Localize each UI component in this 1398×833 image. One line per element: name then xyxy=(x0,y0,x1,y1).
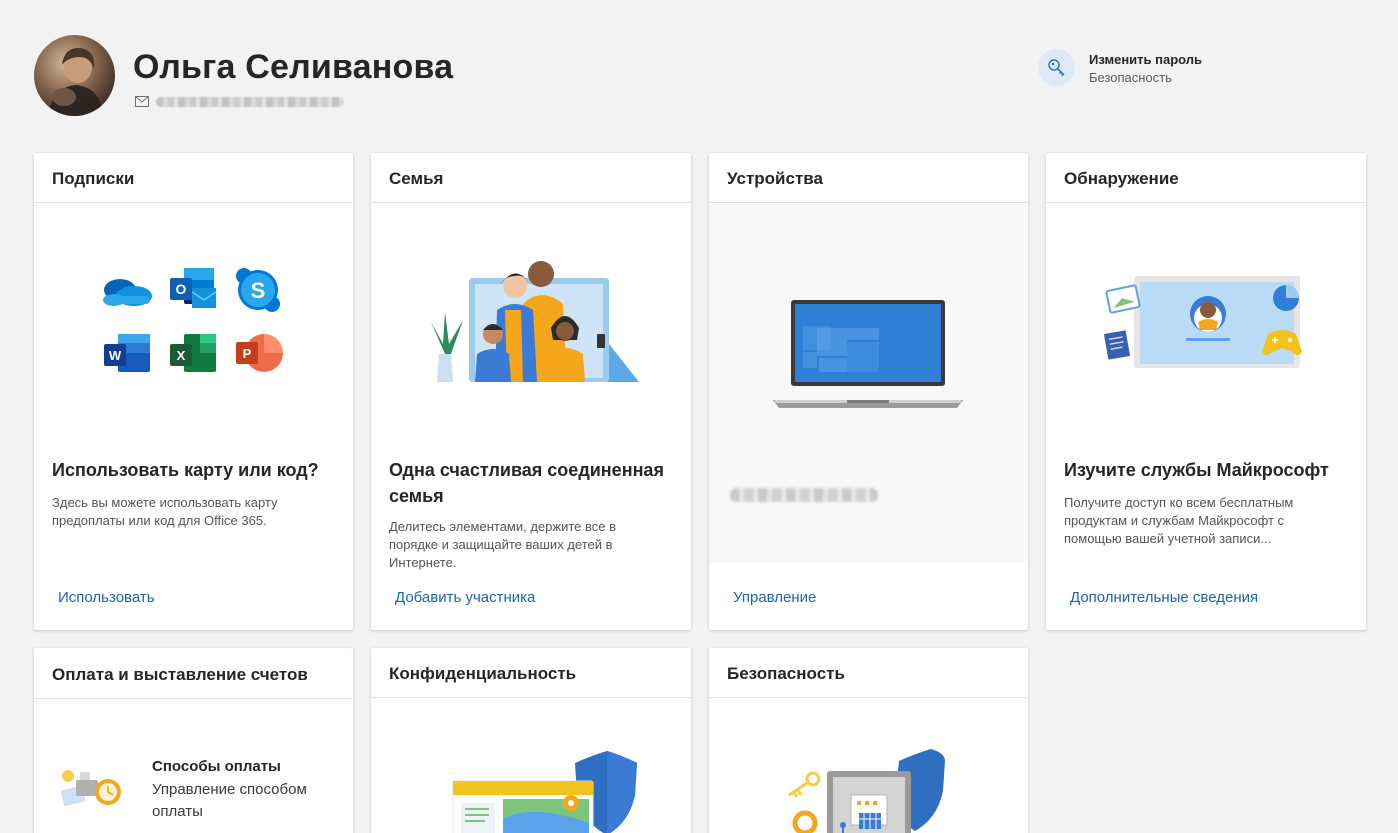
change-password-label: Изменить пароль xyxy=(1089,52,1203,67)
skype-icon: S xyxy=(236,268,280,312)
word-icon: W xyxy=(104,334,150,372)
card-title: Конфиденциальность xyxy=(389,664,577,683)
card-header: Оплата и выставление счетов xyxy=(34,648,353,699)
card-title: Подписки xyxy=(52,169,135,188)
office-apps-illustration: O S W X P xyxy=(34,204,353,449)
card-header: Подписки xyxy=(34,153,353,203)
redeem-link[interactable]: Использовать xyxy=(58,589,155,606)
email-redacted xyxy=(156,97,344,107)
svg-text:S: S xyxy=(251,278,266,303)
card-heading: Использовать карту или код? xyxy=(52,460,319,480)
card-title: Устройства xyxy=(727,169,823,188)
card-header: Устройства xyxy=(709,153,1028,203)
payment-methods-title[interactable]: Способы оплаты xyxy=(152,758,281,775)
card-title: Обнаружение xyxy=(1064,169,1179,188)
svg-text:X: X xyxy=(177,348,186,363)
mail-icon xyxy=(135,96,149,107)
card-description: Делитесь элементами, держите все в поряд… xyxy=(389,519,617,570)
outlook-icon: O xyxy=(170,268,217,308)
device-name-redacted xyxy=(730,488,878,502)
svg-text:P: P xyxy=(243,346,252,361)
card-devices: Устройства Управление xyxy=(709,153,1028,630)
key-icon xyxy=(1038,49,1075,86)
change-password-sublabel: Безопасность xyxy=(1089,70,1172,85)
card-title: Безопасность xyxy=(727,664,845,683)
security-illustration xyxy=(788,749,945,833)
family-illustration xyxy=(371,204,691,449)
payment-icon xyxy=(60,770,121,806)
add-member-link[interactable]: Добавить участника xyxy=(395,589,535,606)
card-privacy: Конфиденциальность xyxy=(371,648,691,833)
laptop-icon xyxy=(773,300,963,408)
profile-header: Ольга Селиванова Изменить пароль Безопас… xyxy=(34,35,1374,120)
learn-more-link[interactable]: Дополнительные сведения xyxy=(1070,589,1258,606)
card-family: Семья Одна счастливая соединенная семья … xyxy=(371,153,691,630)
payment-methods-sub: Управление способом оплаты xyxy=(152,781,307,820)
card-description: Здесь вы можете использовать карту предо… xyxy=(52,495,278,528)
manage-devices-link[interactable]: Управление xyxy=(733,589,816,606)
card-title: Семья xyxy=(389,169,444,188)
card-payment: Оплата и выставление счетов Способы опла… xyxy=(34,648,353,833)
card-header: Обнаружение xyxy=(1046,153,1366,203)
card-discover: Обнаружение Изучите службы Майкрософт По… xyxy=(1046,153,1366,630)
card-description: Получите доступ ко всем бесплатным проду… xyxy=(1064,495,1294,546)
onedrive-icon xyxy=(103,279,152,306)
svg-text:O: O xyxy=(176,281,187,297)
card-header: Семья xyxy=(371,153,691,203)
card-header: Конфиденциальность xyxy=(371,648,691,698)
avatar[interactable] xyxy=(34,35,115,116)
powerpoint-icon: P xyxy=(236,334,283,372)
discover-illustration xyxy=(1046,204,1366,449)
card-subscriptions: Подписки O S W X P Использовать карту ил… xyxy=(34,153,353,630)
device-panel[interactable] xyxy=(709,204,1028,563)
user-name: Ольга Селиванова xyxy=(133,48,454,86)
card-heading: Одна счастливая соединенная семья xyxy=(389,460,664,506)
card-heading: Изучите службы Майкрософт xyxy=(1064,460,1329,480)
card-security: Безопасность xyxy=(709,648,1028,833)
card-header: Безопасность xyxy=(709,648,1028,698)
svg-text:W: W xyxy=(109,348,122,363)
privacy-illustration xyxy=(452,751,637,833)
change-password-link[interactable]: Изменить пароль Безопасность xyxy=(1038,48,1238,88)
excel-icon: X xyxy=(170,334,216,372)
card-title: Оплата и выставление счетов xyxy=(52,665,308,684)
